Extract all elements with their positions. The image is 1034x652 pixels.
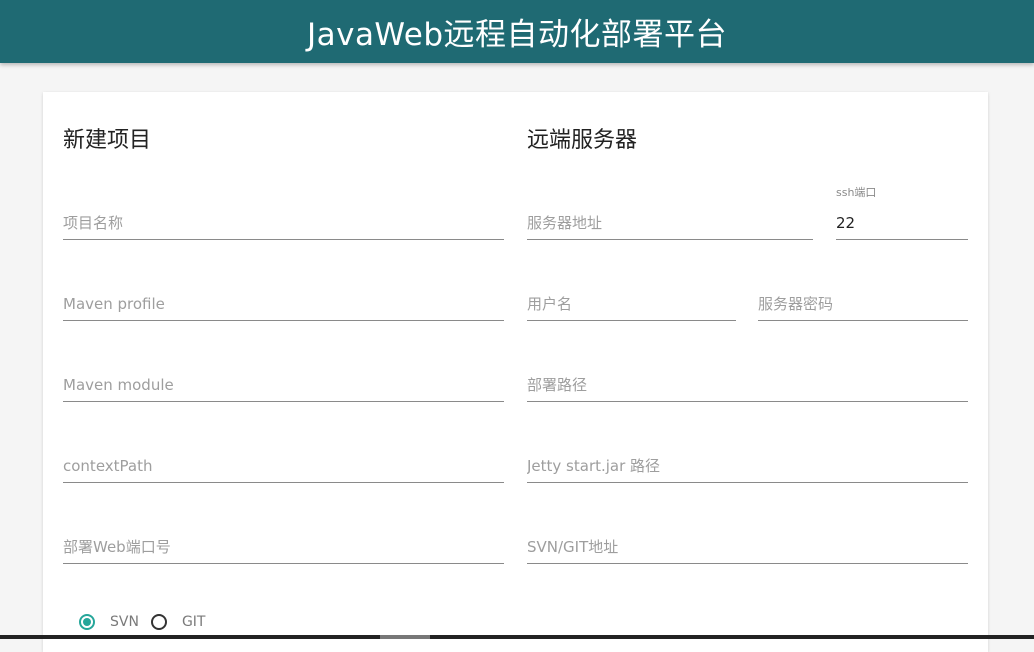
repo-url-field xyxy=(527,532,968,564)
server-address-input[interactable] xyxy=(527,214,813,232)
web-port-input[interactable] xyxy=(63,538,504,556)
maven-profile-input[interactable] xyxy=(63,295,504,313)
project-name-field xyxy=(63,208,504,240)
password-input[interactable] xyxy=(758,295,968,313)
context-path-field xyxy=(63,451,504,483)
remote-server-title: 远端服务器 xyxy=(527,128,638,153)
web-port-field xyxy=(63,532,504,564)
context-path-input[interactable] xyxy=(63,457,504,475)
scrollbar-thumb[interactable] xyxy=(380,635,430,639)
git-radio[interactable] xyxy=(150,614,167,630)
jetty-path-field xyxy=(527,451,968,483)
ssh-port-field: ssh端口 xyxy=(836,186,968,240)
ssh-port-input[interactable] xyxy=(836,214,968,232)
svn-radio-label[interactable]: SVN xyxy=(110,614,139,630)
server-address-field xyxy=(527,208,813,240)
repo-url-input[interactable] xyxy=(527,538,968,556)
maven-module-field xyxy=(63,370,504,402)
ssh-port-label: ssh端口 xyxy=(836,186,877,199)
form-card: 新建项目 SVN GIT 远端服务器 ssh端口 xyxy=(43,92,988,652)
git-radio-label[interactable]: GIT xyxy=(182,614,206,630)
maven-profile-field xyxy=(63,289,504,321)
svn-radio[interactable] xyxy=(79,614,95,630)
username-field xyxy=(527,289,736,321)
password-field xyxy=(758,289,968,321)
maven-module-input[interactable] xyxy=(63,376,504,394)
app-title: JavaWeb远程自动化部署平台 xyxy=(306,17,728,53)
jetty-path-input[interactable] xyxy=(527,457,968,475)
app-bar: JavaWeb远程自动化部署平台 xyxy=(0,0,1034,63)
new-project-title: 新建项目 xyxy=(63,128,152,153)
username-input[interactable] xyxy=(527,295,736,313)
horizontal-scrollbar[interactable] xyxy=(0,635,1034,639)
vcs-radio-group: SVN GIT xyxy=(79,614,211,630)
deploy-path-input[interactable] xyxy=(527,376,968,394)
deploy-path-field xyxy=(527,370,968,402)
project-name-input[interactable] xyxy=(63,214,504,232)
